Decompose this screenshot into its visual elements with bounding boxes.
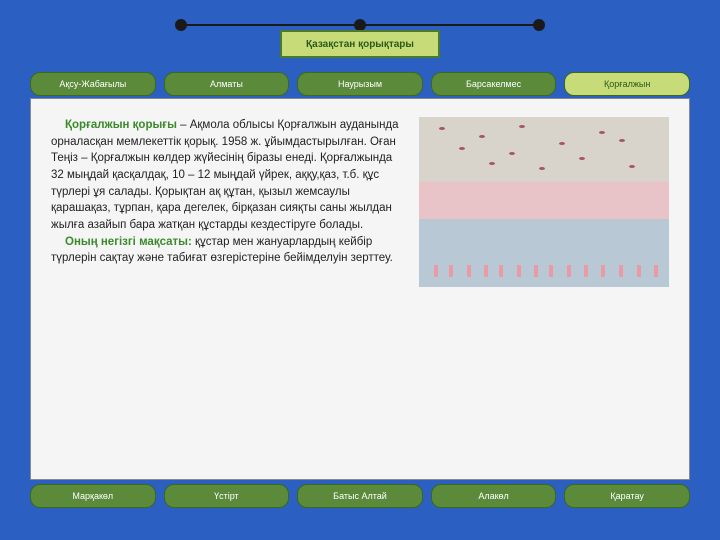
tab-alakol[interactable]: Алакөл (431, 484, 557, 508)
tab-markakol[interactable]: Марқакөл (30, 484, 156, 508)
article-lead-2: Оның негізгі мақсаты: (65, 236, 192, 248)
tabs-bottom-row: Марқакөл Үстірт Батыс Алтай Алакөл Қарат… (30, 484, 690, 508)
tab-almaty[interactable]: Алматы (164, 72, 290, 96)
tab-aksu[interactable]: Ақсу-Жабағылы (30, 72, 156, 96)
tab-karatau[interactable]: Қаратау (564, 484, 690, 508)
content-panel: Қорғалжын қорығы – Ақмола облысы Қорғалж… (30, 98, 690, 480)
tab-barsakelmes[interactable]: Барсакелмес (431, 72, 557, 96)
decoration-dot (533, 19, 545, 31)
tab-nauryzym[interactable]: Наурызым (297, 72, 423, 96)
article-body-1: – Ақмола облысы Қорғалжын ауданында орна… (51, 119, 399, 231)
article-text: Қорғалжын қорығы – Ақмола облысы Қорғалж… (51, 117, 405, 461)
tabs-top-row: Ақсу-Жабағылы Алматы Наурызым Барсакелме… (30, 72, 690, 96)
article-lead: Қорғалжын қорығы (65, 119, 177, 131)
tab-batys-altay[interactable]: Батыс Алтай (297, 484, 423, 508)
tab-ustirt[interactable]: Үстірт (164, 484, 290, 508)
decoration-dot (175, 19, 187, 31)
article-image (419, 117, 669, 287)
page-title: Қазақстан қорықтары (280, 30, 440, 58)
tab-korgalzhyn[interactable]: Қорғалжын (564, 72, 690, 96)
